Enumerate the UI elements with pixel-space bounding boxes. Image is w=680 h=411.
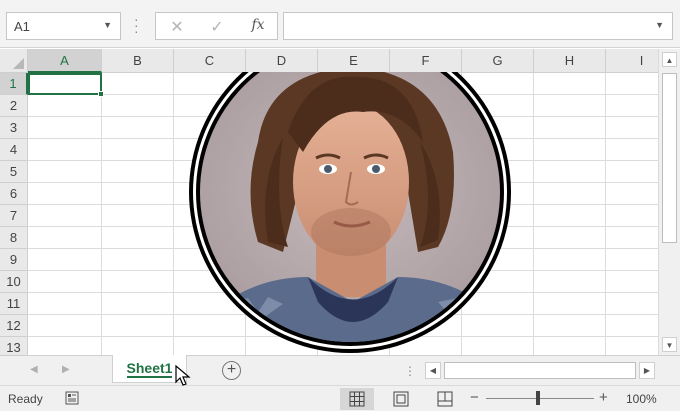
row-header-2[interactable]: 2 <box>0 95 28 117</box>
row-header-12[interactable]: 12 <box>0 315 28 337</box>
scroll-up-icon[interactable]: ▲ <box>662 52 677 67</box>
row-header-1[interactable]: 1 <box>0 73 28 95</box>
enter-icon[interactable]: ✓ <box>202 17 232 37</box>
formula-input[interactable]: ▼ <box>283 12 673 40</box>
column-header-h[interactable]: H <box>534 49 606 73</box>
page-break-icon <box>437 391 453 407</box>
expand-formula-icon[interactable]: ▼ <box>655 20 664 30</box>
zoom-slider-thumb[interactable] <box>536 391 540 405</box>
column-header-d[interactable]: D <box>246 49 318 73</box>
column-header-f[interactable]: F <box>390 49 462 73</box>
add-sheet-button[interactable]: + <box>222 361 241 380</box>
page-layout-icon <box>393 391 409 407</box>
insert-function-button[interactable]: fx <box>243 17 273 37</box>
cancel-icon[interactable]: ✕ <box>162 17 192 37</box>
horizontal-scrollbar[interactable]: ◀ ▶ <box>425 362 655 379</box>
tab-split-handle-icon[interactable]: ⋮ <box>404 364 416 378</box>
next-sheet-icon[interactable]: ▶ <box>62 364 70 375</box>
status-ready: Ready <box>8 392 43 406</box>
prev-sheet-icon[interactable]: ◀ <box>30 364 38 375</box>
status-bar: Ready − + 100% <box>0 385 680 411</box>
sheet-tabs-bar: ◀ ▶ Sheet1 + ⋮ ◀ ▶ <box>0 355 680 385</box>
zoom-in-button[interactable]: + <box>599 389 608 406</box>
horizontal-scroll-thumb[interactable] <box>444 362 636 379</box>
select-all-button[interactable] <box>0 49 28 73</box>
name-box-value: A1 <box>14 19 30 34</box>
portrait-picture[interactable] <box>188 49 514 355</box>
column-header-i[interactable]: I <box>606 49 658 73</box>
vertical-scrollbar[interactable]: ▲ ▼ <box>658 49 680 355</box>
portrait-photo-icon <box>189 49 511 353</box>
column-header-e[interactable]: E <box>318 49 390 73</box>
scroll-down-icon[interactable]: ▼ <box>662 337 677 352</box>
row-header-6[interactable]: 6 <box>0 183 28 205</box>
row-header-7[interactable]: 7 <box>0 205 28 227</box>
normal-view-button[interactable] <box>340 388 374 410</box>
mouse-pointer-icon <box>175 365 191 386</box>
vertical-scroll-thumb[interactable] <box>662 73 677 243</box>
column-header-c[interactable]: C <box>174 49 246 73</box>
column-header-a[interactable]: A <box>28 49 102 73</box>
worksheet-grid[interactable]: ABCDEFGHI 1 2 3 4 5 6 7 8 9 10 11 12 13 <box>0 49 658 355</box>
normal-view-icon <box>349 391 365 407</box>
page-layout-view-button[interactable] <box>384 388 418 410</box>
zoom-level[interactable]: 100% <box>626 392 657 406</box>
drag-handle-icon[interactable]: · · · <box>134 12 139 38</box>
chevron-down-icon[interactable]: ▼ <box>103 20 112 30</box>
row-header-4[interactable]: 4 <box>0 139 28 161</box>
page-break-view-button[interactable] <box>428 388 462 410</box>
macro-record-icon[interactable] <box>65 391 79 408</box>
column-header-b[interactable]: B <box>102 49 174 73</box>
scroll-left-icon[interactable]: ◀ <box>425 362 441 379</box>
fill-handle[interactable] <box>98 91 104 97</box>
sheet-tab-label: Sheet1 <box>126 360 173 378</box>
formula-bar: A1 ▼ · · · ✕ ✓ fx ▼ <box>0 0 680 48</box>
row-header-10[interactable]: 10 <box>0 271 28 293</box>
scroll-right-icon[interactable]: ▶ <box>639 362 655 379</box>
row-header-9[interactable]: 9 <box>0 249 28 271</box>
row-header-5[interactable]: 5 <box>0 161 28 183</box>
row-header-11[interactable]: 11 <box>0 293 28 315</box>
name-box[interactable]: A1 ▼ <box>6 12 121 40</box>
zoom-out-button[interactable]: − <box>470 389 479 406</box>
row-header-3[interactable]: 3 <box>0 117 28 139</box>
formula-buttons: ✕ ✓ fx <box>155 12 278 40</box>
column-header-g[interactable]: G <box>462 49 534 73</box>
row-header-8[interactable]: 8 <box>0 227 28 249</box>
row-header-13[interactable]: 13 <box>0 337 28 355</box>
active-cell-a1[interactable] <box>28 73 104 97</box>
zoom-slider[interactable] <box>486 398 594 399</box>
